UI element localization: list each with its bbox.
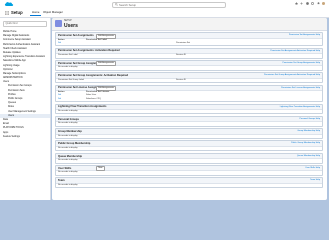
table-row: Del Salesforce CPQ — [56, 98, 322, 101]
page-title: Users — [64, 23, 78, 29]
section-title: Group Membership — [58, 129, 82, 133]
related-list-section: Permission Set Assignments Edit Assignmen… — [55, 32, 323, 47]
gear-icon[interactable] — [311, 2, 314, 5]
related-list-section: Group Membership Group Membership Help No … — [55, 128, 323, 140]
related-list-section: Personal Groups Personal Groups Help No re… — [55, 115, 323, 127]
section-title: Permission Set Group Assignments: Activa… — [58, 74, 129, 78]
table-cell: Salesforce CPQ — [86, 97, 101, 100]
table-cell: No records to display — [58, 183, 78, 186]
add-icon[interactable] — [300, 2, 303, 5]
table-cell: Permission Set Group Label — [58, 78, 84, 81]
table-cell: Permission Set Label — [58, 54, 78, 57]
table-row: No records to display — [56, 110, 322, 113]
section-help-link[interactable]: Group Membership Help — [297, 130, 320, 132]
table-row: No records to display — [56, 184, 322, 187]
table-cell: Action — [58, 38, 65, 41]
table-row: Del Permission Set — [56, 42, 322, 45]
notifications-icon[interactable] — [317, 2, 320, 5]
section-help-link[interactable]: User Skills Help — [305, 167, 320, 169]
section-title: Public Group Membership — [58, 142, 91, 146]
table-cell: Session ID — [176, 54, 187, 57]
tab-object-manager[interactable]: Object Manager — [41, 10, 65, 15]
section-title: Team — [58, 179, 65, 183]
table-row: Permission Set Label Session ID — [56, 54, 322, 57]
table-cell: No records to display — [58, 110, 78, 113]
section-help-link[interactable]: Permission Set Group Assignments Help — [282, 62, 320, 64]
section-help-link[interactable]: Permission Set Group Assignments Activat… — [264, 74, 320, 76]
section-title: Permission Set Assignments — [58, 33, 94, 37]
section-title: User Skills — [58, 166, 72, 170]
section-help-link[interactable]: Permission Set Assignments Activation Re… — [270, 50, 320, 52]
section-help-link[interactable]: Team Help — [310, 179, 320, 181]
section-help-link[interactable]: Lightning Flow Transition Assignments He… — [280, 106, 320, 108]
table-cell: No records to display — [58, 146, 78, 149]
table-cell[interactable]: Del — [58, 42, 61, 44]
app-launcher-icon[interactable] — [5, 10, 9, 15]
global-search-placeholder: Search Setup — [119, 3, 136, 8]
tab-home[interactable]: Home — [30, 10, 42, 16]
page-subtitle: SETUP — [64, 20, 72, 23]
header-icons — [294, 2, 325, 6]
table-cell: Action — [58, 91, 65, 94]
related-list-section: User Skills New User Skills Help No records… — [55, 164, 323, 176]
page-header: SETUP Users — [52, 18, 327, 31]
table-cell: Session ID — [176, 78, 187, 81]
table-cell: No records to display — [58, 171, 78, 174]
help-icon[interactable] — [305, 2, 309, 5]
table-row: No records to display — [56, 159, 322, 162]
section-help-link[interactable]: Personal Groups Help — [300, 118, 320, 120]
table-row: No records to display — [56, 122, 322, 125]
section-title: Permission Set Assignments: Activation R… — [58, 49, 120, 53]
users-icon — [55, 20, 62, 27]
table-cell: Permission Set — [176, 41, 190, 44]
section-help-link[interactable]: Public Group Membership Help — [291, 142, 320, 144]
table-row: No records to display — [56, 66, 322, 69]
avatar[interactable] — [322, 2, 325, 5]
related-list-section: Permission Set License Assignments Edit A… — [55, 84, 323, 103]
related-list-section: Permission Set Assignments: Activation R… — [55, 47, 323, 59]
main-content: SETUP Users Permission Set Assignments Ed… — [52, 18, 327, 200]
section-help-link[interactable]: Permission Set Assignments Help — [289, 34, 320, 36]
app-nav-bar: Setup Home Object Manager — [0, 8, 329, 18]
related-list-section: Permission Set Group Assignments: Activa… — [55, 72, 323, 84]
related-list-section: Public Group Membership Public Group Memb… — [55, 140, 323, 152]
quick-find-input[interactable]: Quick Find — [3, 21, 47, 27]
section-help-link[interactable]: Queue Membership Help — [297, 155, 320, 157]
table-row: No records to display — [56, 135, 322, 138]
related-list-section: Lightning Flow Transition Assignments Lig… — [55, 103, 323, 115]
table-cell[interactable]: Del — [58, 98, 61, 100]
app-name: Setup — [11, 10, 23, 16]
sidebar-list: Mobile Home Manage Digital Assistants Comm… — [0, 30, 50, 139]
table-row: No records to display — [56, 171, 322, 174]
table-cell: No records to display — [58, 66, 78, 69]
table-cell: No records to display — [58, 134, 78, 137]
table-cell: No records to display — [58, 159, 78, 162]
related-list-section: Permission Set Group Assignments Edit Ass… — [55, 59, 323, 71]
section-title: Lightning Flow Transition Assignments — [58, 105, 107, 109]
section-title: Queue Membership — [58, 154, 83, 158]
salesforce-logo[interactable] — [4, 1, 14, 7]
related-list-section: Queue Membership Queue Membership Help No … — [55, 152, 323, 164]
favorites-icon[interactable] — [294, 2, 298, 5]
table-row: No records to display — [56, 147, 322, 150]
setup-sidebar: Quick Find Mobile Home Manage Digital Ass… — [0, 18, 51, 200]
related-lists: Permission Set Assignments Edit Assignmen… — [55, 32, 323, 190]
table-cell[interactable]: Del — [58, 94, 61, 96]
search-icon — [115, 3, 118, 6]
table-row: Permission Set Group Label Session ID — [56, 79, 322, 82]
section-help-link[interactable]: Permission Set License Assignments Help — [281, 87, 320, 89]
section-title: Personal Groups — [58, 117, 79, 121]
table-cell: No records to display — [58, 122, 78, 125]
sidebar-item[interactable]: Feature Settings — [0, 135, 50, 139]
related-list-section: Team Team Help No records to display — [55, 177, 323, 189]
